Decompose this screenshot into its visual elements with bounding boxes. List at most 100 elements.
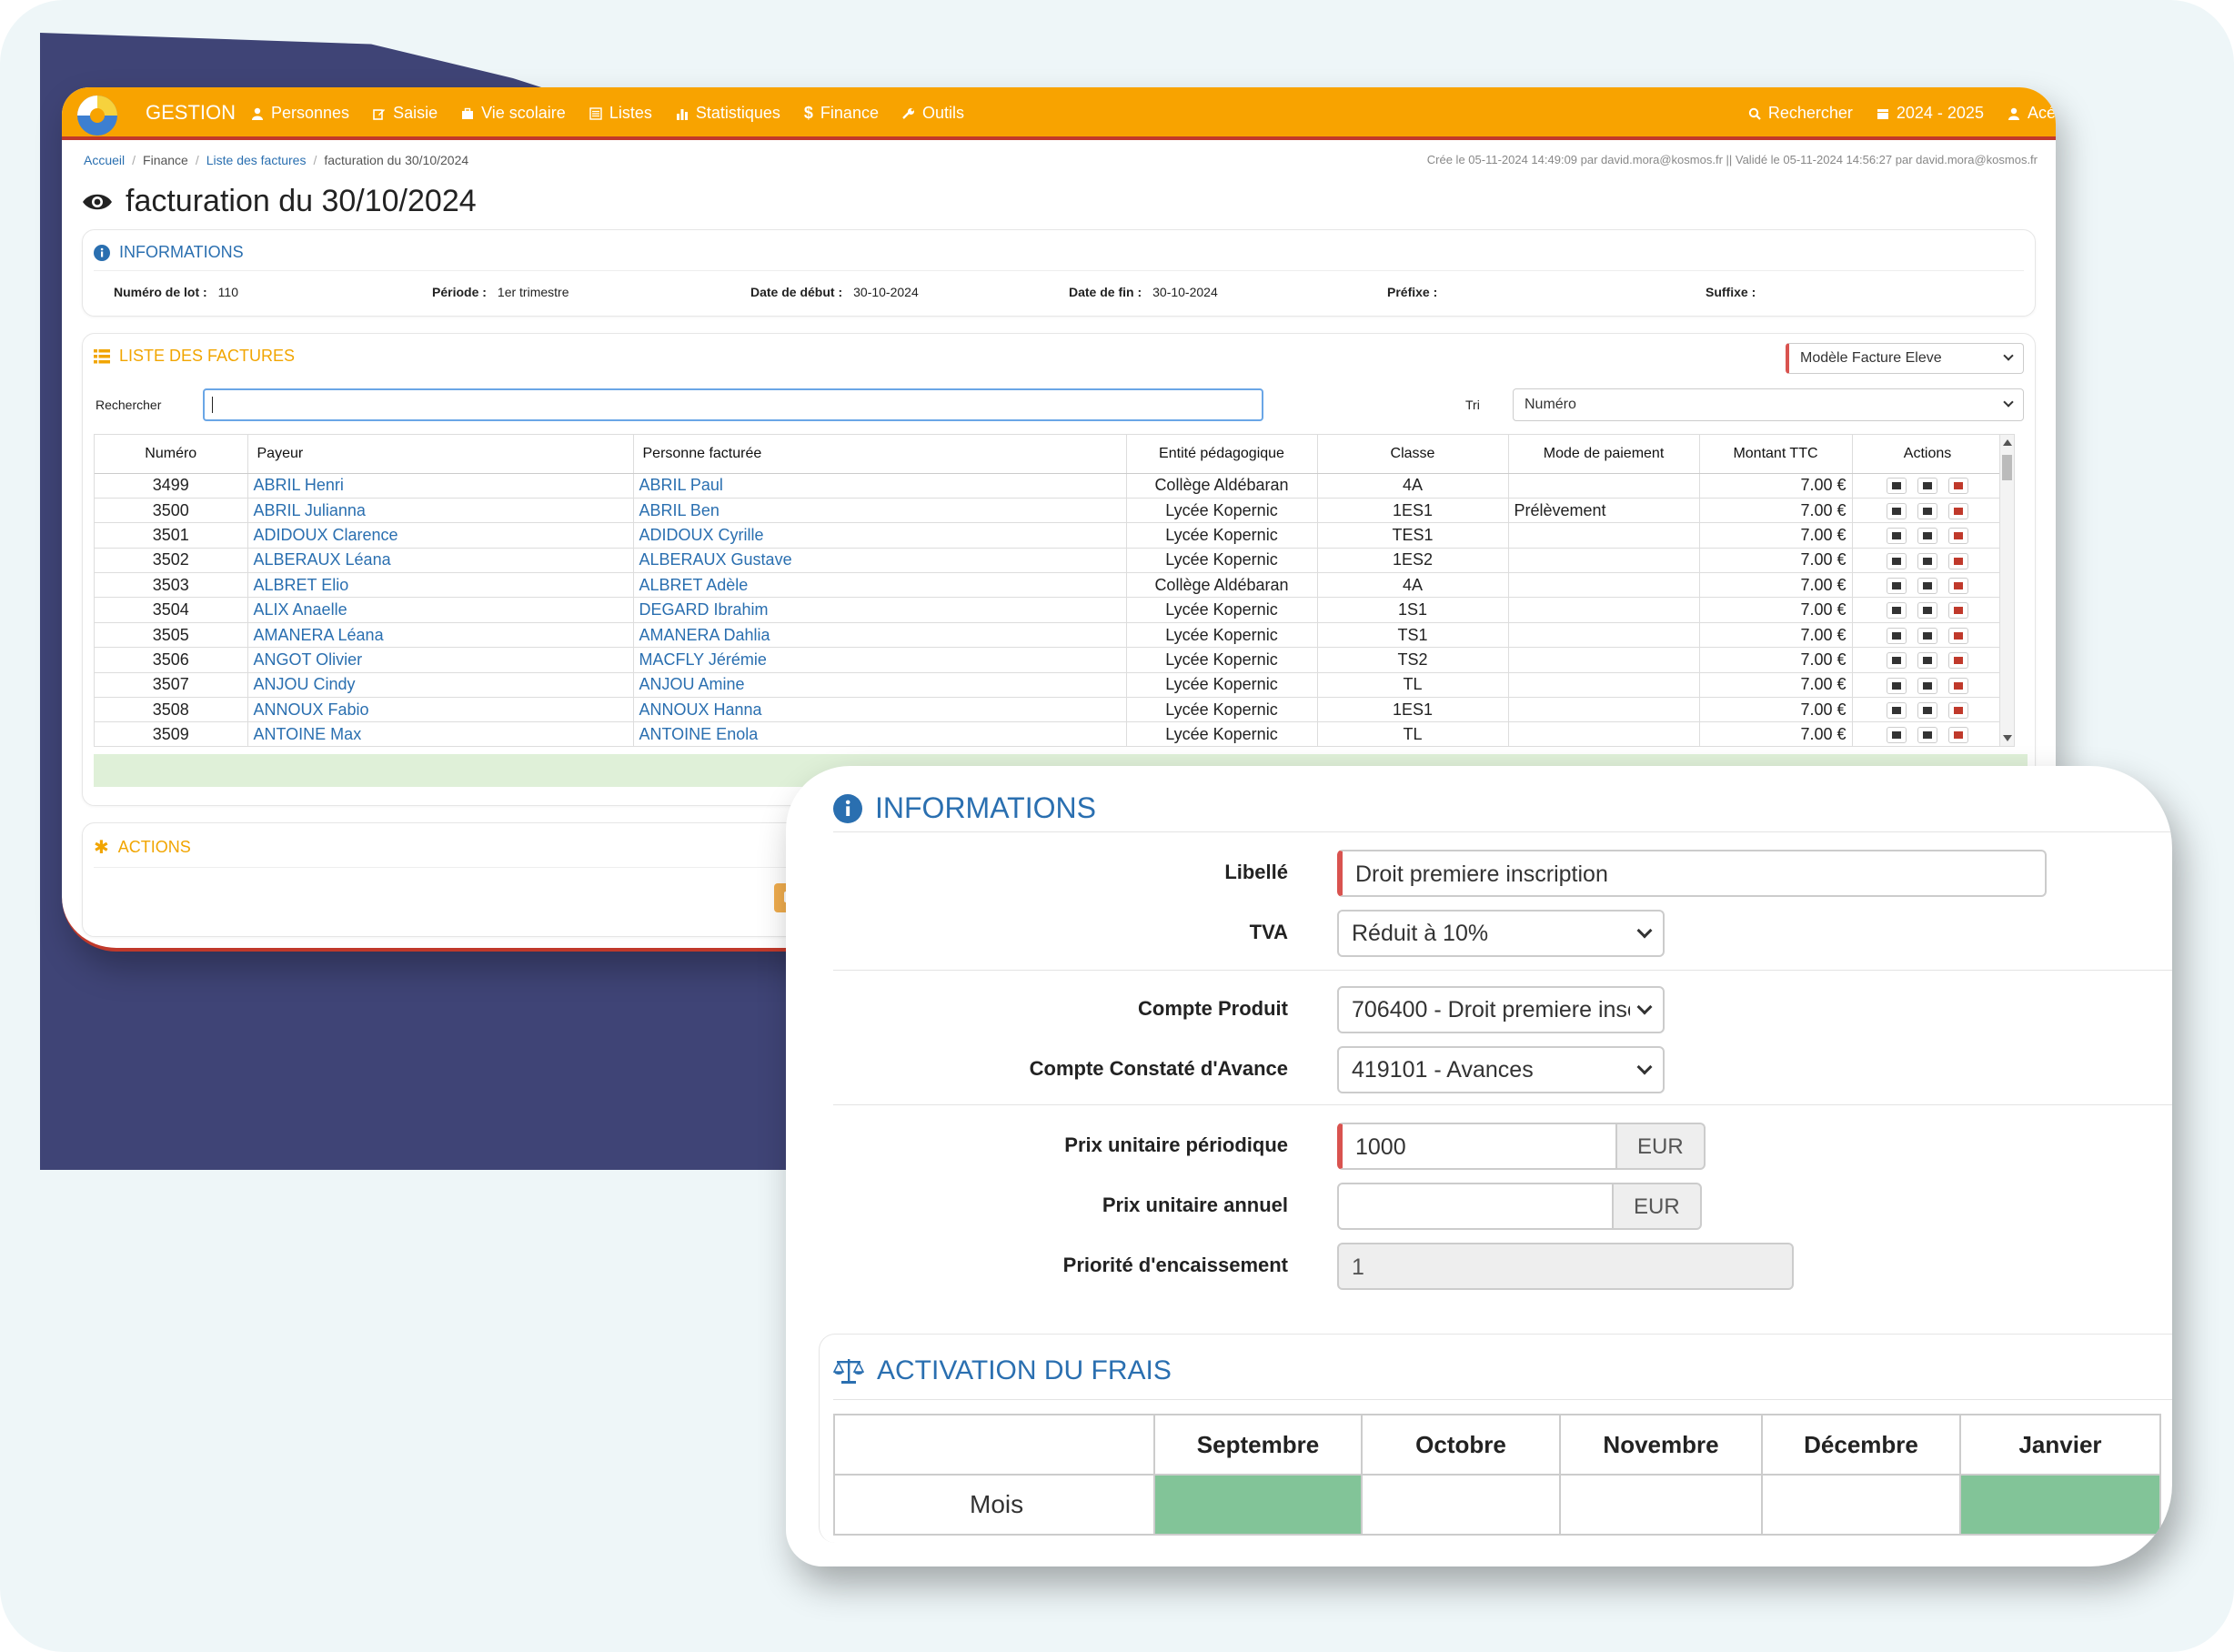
breadcrumb-invoice-list[interactable]: Liste des factures bbox=[206, 153, 307, 167]
payer-link[interactable]: ABRIL Julianna bbox=[247, 498, 634, 524]
billed-person-link[interactable]: DEGARD Ibrahim bbox=[633, 597, 1127, 623]
payer-link[interactable]: ANNOUX Fabio bbox=[247, 697, 634, 723]
transfer-icon[interactable] bbox=[1887, 602, 1907, 620]
payer-link[interactable]: ADIDOUX Clarence bbox=[247, 522, 634, 549]
nav-item-vie-scolaire[interactable]: Vie scolaire bbox=[461, 104, 566, 123]
transfer-icon[interactable] bbox=[1887, 478, 1907, 495]
column-header[interactable]: Montant TTC bbox=[1699, 435, 1853, 474]
breadcrumb-home[interactable]: Accueil bbox=[84, 153, 125, 167]
pdf-icon[interactable] bbox=[1948, 652, 1968, 670]
pdf-icon[interactable] bbox=[1948, 677, 1968, 694]
pdf-icon[interactable] bbox=[1948, 727, 1968, 744]
pdf-icon[interactable] bbox=[1948, 528, 1968, 545]
column-header[interactable]: Mode de paiement bbox=[1508, 435, 1700, 474]
column-header[interactable]: Numéro bbox=[95, 435, 248, 474]
scroll-up-icon[interactable] bbox=[2003, 439, 2012, 446]
payer-link[interactable]: ANJOU Cindy bbox=[247, 672, 634, 699]
nav-item-finance[interactable]: $ Finance bbox=[804, 104, 879, 123]
scroll-thumb[interactable] bbox=[2002, 455, 2012, 480]
column-header[interactable]: Classe bbox=[1317, 435, 1509, 474]
libelle-input[interactable]: Droit premiere inscription bbox=[1337, 850, 2047, 897]
payer-link[interactable]: ANGOT Olivier bbox=[247, 647, 634, 673]
pdf-icon[interactable] bbox=[1948, 701, 1968, 719]
table-row: 3505 AMANERA Léana AMANERA Dahlia Lycée Kop… bbox=[95, 622, 2004, 649]
payer-link[interactable]: ALBERAUX Léana bbox=[247, 548, 634, 574]
billed-person-link[interactable]: ANJOU Amine bbox=[633, 672, 1127, 699]
pdf-icon[interactable] bbox=[1948, 602, 1968, 620]
app-logo-icon[interactable] bbox=[75, 93, 120, 138]
scroll-down-icon[interactable] bbox=[2003, 735, 2012, 741]
month-toggle-cell[interactable] bbox=[1153, 1474, 1363, 1536]
billed-person-link[interactable]: ABRIL Paul bbox=[633, 473, 1127, 499]
nav-search-button[interactable]: Rechercher bbox=[1748, 104, 1853, 123]
transfer-icon[interactable] bbox=[1887, 701, 1907, 719]
print-icon[interactable] bbox=[1917, 478, 1937, 495]
prix-annuel-input[interactable] bbox=[1337, 1183, 1614, 1230]
transfer-icon[interactable] bbox=[1887, 677, 1907, 694]
search-input[interactable] bbox=[203, 388, 1263, 421]
table-scrollbar[interactable] bbox=[1999, 435, 2014, 746]
transfer-icon[interactable] bbox=[1887, 727, 1907, 744]
pdf-icon[interactable] bbox=[1948, 552, 1968, 569]
billed-person-link[interactable]: ABRIL Ben bbox=[633, 498, 1127, 524]
transfer-icon[interactable] bbox=[1887, 578, 1907, 594]
transfer-icon[interactable] bbox=[1887, 502, 1907, 519]
column-header[interactable]: Payeur bbox=[247, 435, 634, 474]
transfer-icon[interactable] bbox=[1887, 528, 1907, 545]
transfer-icon[interactable] bbox=[1887, 552, 1907, 569]
invoice-template-select[interactable]: Modèle Facture Eleve bbox=[1786, 343, 2024, 374]
print-icon[interactable] bbox=[1917, 552, 1937, 569]
payment-mode bbox=[1508, 597, 1700, 623]
billed-person-link[interactable]: ALBERAUX Gustave bbox=[633, 548, 1127, 574]
month-toggle-cell[interactable] bbox=[1761, 1474, 1961, 1536]
compte-avance-select[interactable]: 419101 - Avances bbox=[1337, 1046, 1665, 1093]
tva-select[interactable]: Réduit à 10% bbox=[1337, 910, 1665, 957]
nav-item-personnes[interactable]: Personnes bbox=[251, 104, 349, 123]
month-toggle-cell[interactable] bbox=[1959, 1474, 2161, 1536]
payer-link[interactable]: ALBRET Elio bbox=[247, 572, 634, 599]
nav-item-listes[interactable]: Listes bbox=[589, 104, 652, 123]
billed-person-link[interactable]: ANNOUX Hanna bbox=[633, 697, 1127, 723]
pdf-icon[interactable] bbox=[1948, 502, 1968, 519]
print-icon[interactable] bbox=[1917, 578, 1937, 594]
billed-person-link[interactable]: ANTOINE Enola bbox=[633, 721, 1127, 746]
column-header[interactable]: Personne facturée bbox=[633, 435, 1127, 474]
print-icon[interactable] bbox=[1917, 602, 1937, 620]
payer-link[interactable]: ALIX Anaelle bbox=[247, 597, 634, 623]
transfer-icon[interactable] bbox=[1887, 627, 1907, 644]
pdf-icon[interactable] bbox=[1948, 578, 1968, 594]
libelle-value: Droit premiere inscription bbox=[1355, 861, 1608, 887]
month-toggle-cell[interactable] bbox=[1559, 1474, 1763, 1536]
print-icon[interactable] bbox=[1917, 528, 1937, 545]
nav-item-saisie[interactable]: Saisie bbox=[373, 104, 438, 123]
pdf-icon[interactable] bbox=[1948, 627, 1968, 644]
prix-periodique-input[interactable]: 1000 bbox=[1337, 1123, 1617, 1170]
payer-link[interactable]: ANTOINE Max bbox=[247, 721, 634, 746]
nav-item-statistiques[interactable]: Statistiques bbox=[676, 104, 780, 123]
payer-link[interactable]: AMANERA Léana bbox=[247, 622, 634, 649]
nav-item-outils[interactable]: Outils bbox=[902, 104, 964, 123]
transfer-icon[interactable] bbox=[1887, 652, 1907, 670]
billed-person-link[interactable]: ADIDOUX Cyrille bbox=[633, 522, 1127, 549]
wrench-icon bbox=[902, 107, 914, 119]
nav-brand[interactable]: GESTION bbox=[146, 101, 236, 125]
sort-select[interactable]: Numéro bbox=[1513, 388, 2024, 421]
billed-person-link[interactable]: MACFLY Jérémie bbox=[633, 647, 1127, 673]
billed-person-link[interactable]: ALBRET Adèle bbox=[633, 572, 1127, 599]
pdf-icon[interactable] bbox=[1948, 478, 1968, 495]
month-toggle-cell[interactable] bbox=[1361, 1474, 1561, 1536]
print-icon[interactable] bbox=[1917, 701, 1937, 719]
compte-produit-select[interactable]: 706400 - Droit premiere inscription bbox=[1337, 986, 1665, 1033]
billed-person-link[interactable]: AMANERA Dahlia bbox=[633, 622, 1127, 649]
column-header[interactable]: Entité pédagogique bbox=[1126, 435, 1318, 474]
nav-year-selector[interactable]: 2024 - 2025 bbox=[1877, 104, 1984, 123]
print-icon[interactable] bbox=[1917, 627, 1937, 644]
print-icon[interactable] bbox=[1917, 652, 1937, 670]
print-icon[interactable] bbox=[1917, 502, 1937, 519]
priorite-input[interactable]: 1 bbox=[1337, 1243, 1794, 1290]
nav-account[interactable]: Acé bbox=[2008, 104, 2056, 123]
print-icon[interactable] bbox=[1917, 727, 1937, 744]
payment-mode bbox=[1508, 548, 1700, 574]
payer-link[interactable]: ABRIL Henri bbox=[247, 473, 634, 499]
print-icon[interactable] bbox=[1917, 677, 1937, 694]
